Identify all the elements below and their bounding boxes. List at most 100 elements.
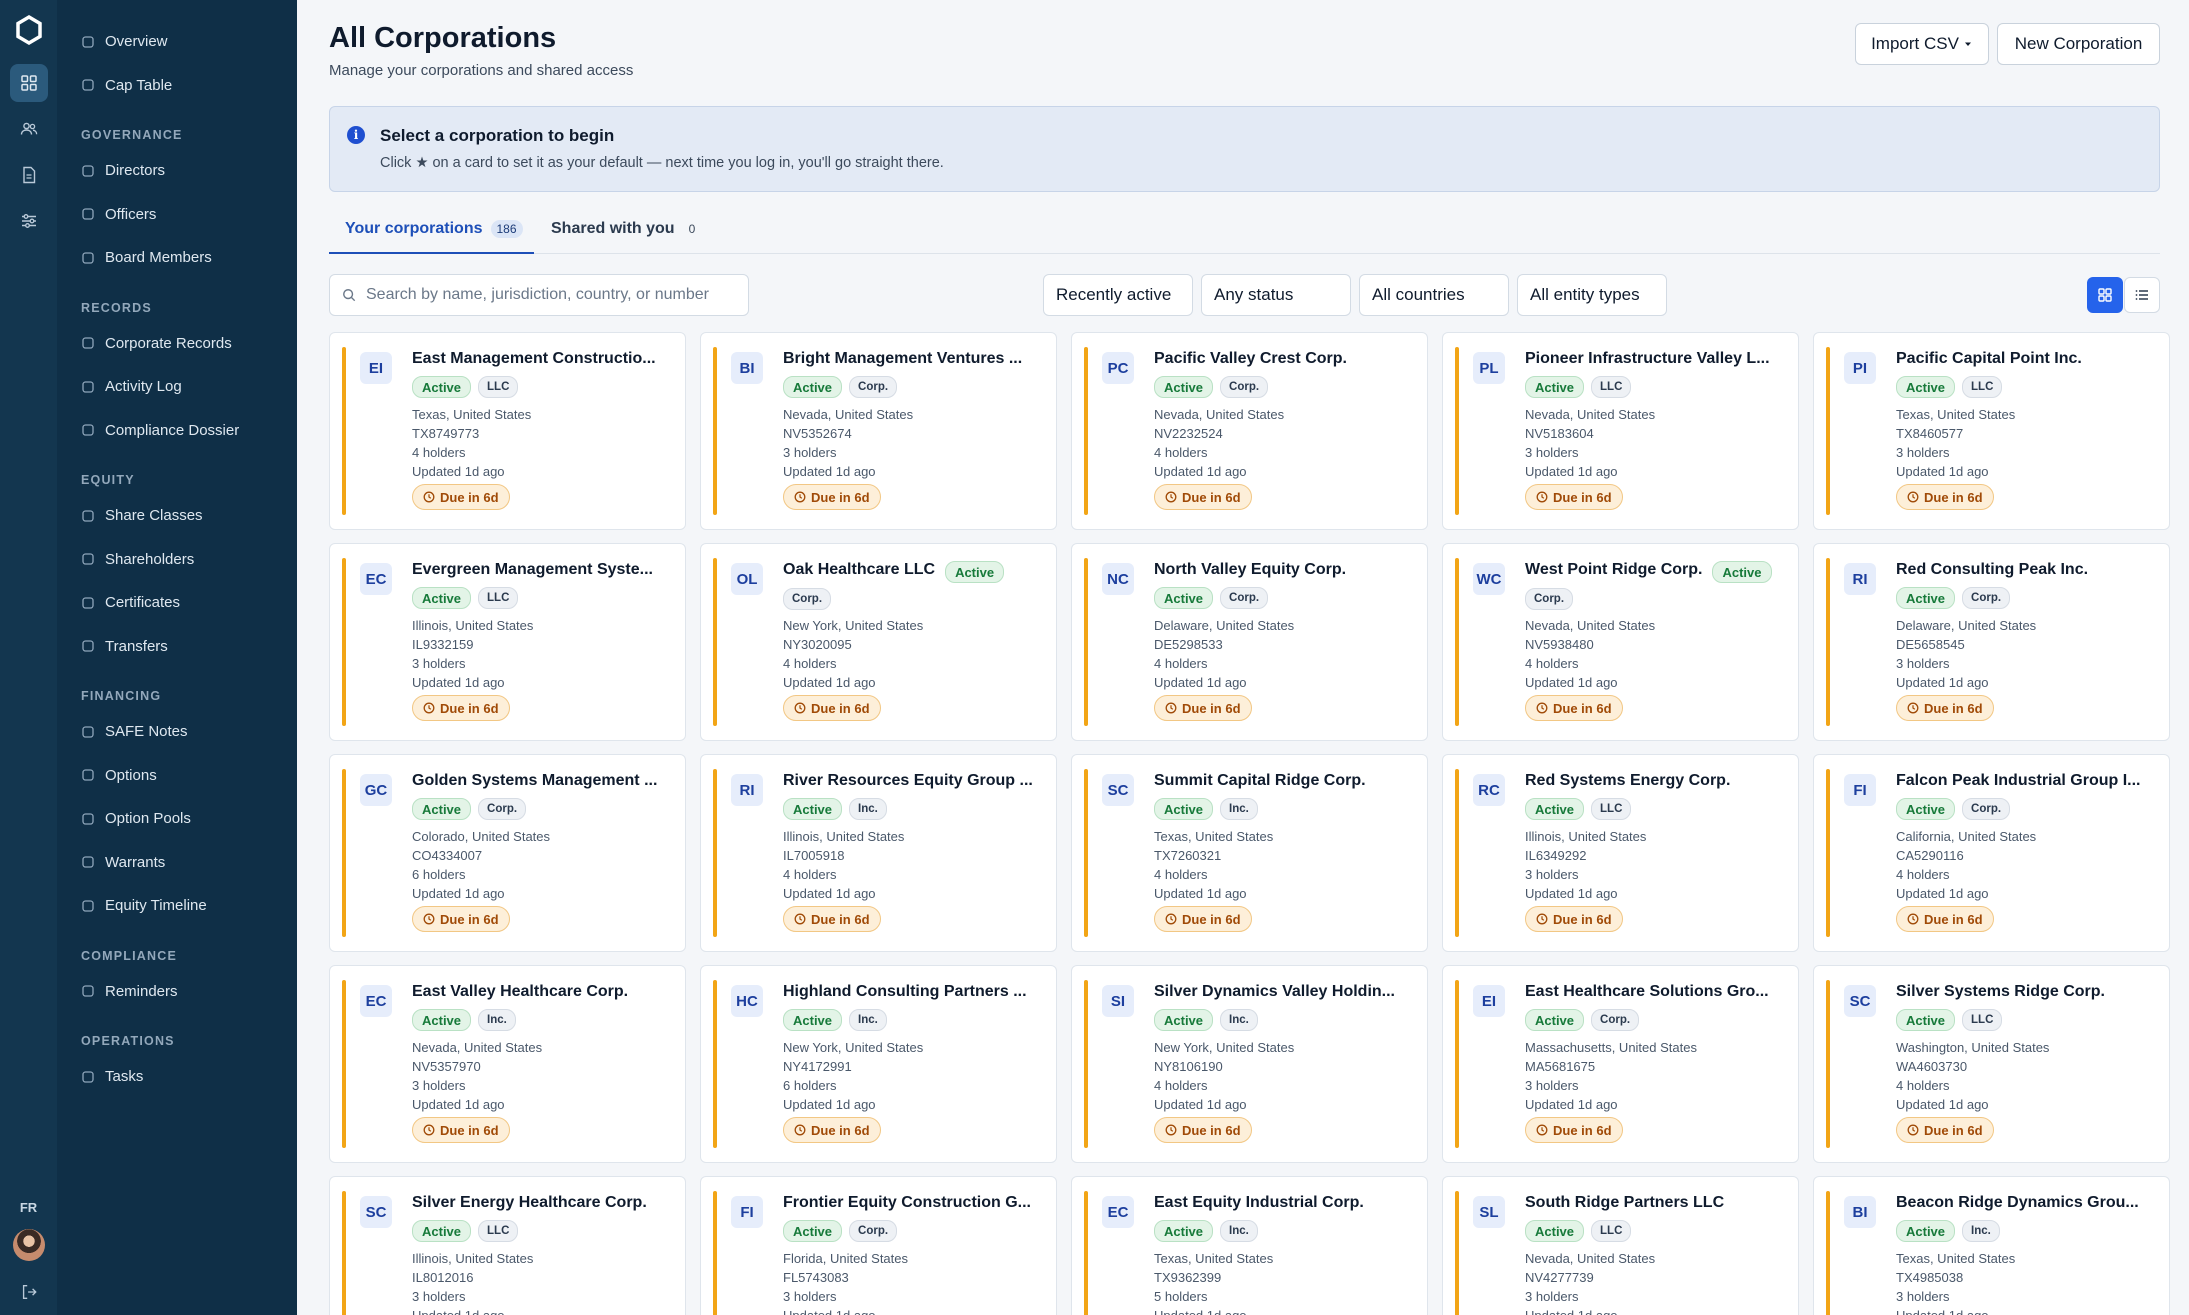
entity-type-badge: Inc.: [1220, 1009, 1258, 1031]
corporation-card[interactable]: EC East Equity Industrial Corp. Active Inc.…: [1071, 1176, 1428, 1315]
logout-icon[interactable]: [20, 1283, 38, 1301]
entity-type-badge: Corp.: [1962, 798, 2011, 820]
due-label: Due in 6d: [1924, 700, 1983, 716]
corporation-card[interactable]: BI Beacon Ridge Dynamics Grou... Active Inc…: [1813, 1176, 2170, 1315]
due-label: Due in 6d: [1182, 700, 1241, 716]
corporation-card[interactable]: SC Silver Systems Ridge Corp. Active LLC Was…: [1813, 965, 2170, 1163]
corporation-card[interactable]: WC West Point Ridge Corp. Active Corp. Nevad…: [1442, 543, 1799, 741]
corporation-card[interactable]: SI Silver Dynamics Valley Holdin... Active…: [1071, 965, 1428, 1163]
due-badge: Due in 6d: [1154, 484, 1252, 510]
holders-count: 3 holders: [412, 1078, 466, 1093]
app-logo-icon[interactable]: [13, 14, 45, 46]
corporation-card[interactable]: EC Evergreen Management Syste... Active LLC…: [329, 543, 686, 741]
language-switcher[interactable]: FR: [20, 1200, 37, 1215]
clock-icon: [423, 702, 435, 714]
country-filter-select[interactable]: All countries: [1359, 274, 1509, 316]
clock-icon: [1165, 913, 1177, 925]
corporation-card[interactable]: BI Bright Management Ventures ... Active Co…: [700, 332, 1057, 530]
corporation-card[interactable]: RI River Resources Equity Group ... Active…: [700, 754, 1057, 952]
search-input[interactable]: [366, 286, 726, 304]
due-stripe: [1455, 347, 1459, 515]
nav-section-heading: GOVERNANCE: [81, 128, 183, 142]
rail-settings-button[interactable]: [10, 202, 48, 240]
sidebar-item-certificates[interactable]: Certificates: [57, 581, 297, 625]
rail-people-button[interactable]: [10, 110, 48, 148]
nav-section-heading: OPERATIONS: [81, 1034, 175, 1048]
corporation-name: Bright Management Ventures ...: [783, 350, 1023, 367]
corporation-card[interactable]: GC Golden Systems Management ... Active Cor…: [329, 754, 686, 952]
sidebar-item-board-members[interactable]: Board Members: [57, 236, 297, 280]
corporation-card[interactable]: RI Red Consulting Peak Inc. Active Corp. Del…: [1813, 543, 2170, 741]
import-csv-button[interactable]: Import CSV: [1855, 23, 1989, 65]
registration-number: NY3020095: [783, 637, 852, 652]
user-avatar[interactable]: [12, 1229, 45, 1261]
entity-type-filter-select[interactable]: All entity types: [1517, 274, 1667, 316]
sidebar-item-cap-table[interactable]: Cap Table: [57, 64, 297, 108]
sidebar-item-equity-timeline[interactable]: Equity Timeline: [57, 884, 297, 928]
sidebar-item-transfers[interactable]: Transfers: [57, 625, 297, 669]
corporation-card[interactable]: EI East Management Constructio... Active LL…: [329, 332, 686, 530]
banner-title: Select a corporation to begin: [380, 126, 615, 145]
bell-icon: [82, 985, 94, 997]
entity-type-badge: Corp.: [849, 376, 898, 398]
sidebar-item-warrants[interactable]: Warrants: [57, 841, 297, 885]
corporation-card[interactable]: FI Falcon Peak Industrial Group I... Activ…: [1813, 754, 2170, 952]
sidebar-item-compliance-dossier[interactable]: Compliance Dossier: [57, 409, 297, 453]
card-badges: Active LLC: [412, 1220, 519, 1242]
sidebar-item-officers[interactable]: Officers: [57, 193, 297, 237]
due-badge: Due in 6d: [412, 1117, 510, 1143]
sidebar-item-option-pools[interactable]: Option Pools: [57, 797, 297, 841]
due-badge: Due in 6d: [783, 1117, 881, 1143]
corporation-card[interactable]: SC Silver Energy Healthcare Corp. Active LL…: [329, 1176, 686, 1315]
updated-timestamp: Updated 1d ago: [412, 886, 505, 901]
sidebar-item-overview[interactable]: Overview: [57, 20, 297, 64]
status-badge: Active: [1896, 1220, 1956, 1242]
search-box: [329, 274, 749, 316]
grid-view-button[interactable]: [2087, 277, 2123, 313]
status-filter-select[interactable]: Any status: [1201, 274, 1351, 316]
corporation-card[interactable]: RC Red Systems Energy Corp. Active LLC Illin…: [1442, 754, 1799, 952]
corporation-card[interactable]: FI Frontier Equity Construction G... Activ…: [700, 1176, 1057, 1315]
rail-documents-button[interactable]: [10, 156, 48, 194]
sidebar-item-activity-log[interactable]: Activity Log: [57, 365, 297, 409]
clock-icon: [1907, 913, 1919, 925]
entity-type-badge: Corp.: [1220, 376, 1269, 398]
sidebar-item-corporate-records[interactable]: Corporate Records: [57, 322, 297, 366]
due-label: Due in 6d: [1553, 700, 1612, 716]
rail-dashboard-button[interactable]: [9, 64, 48, 102]
clock-icon: [1907, 1124, 1919, 1136]
list-view-button[interactable]: [2124, 277, 2160, 313]
corporation-card[interactable]: SL South Ridge Partners LLC Active LLC Nevad…: [1442, 1176, 1799, 1315]
registration-number: IL6349292: [1525, 848, 1587, 863]
sidebar-item-reminders[interactable]: Reminders: [57, 970, 297, 1014]
sidebar-item-options[interactable]: Options: [57, 754, 297, 798]
corporation-initials-avatar: OL: [731, 563, 763, 595]
tab-your-corporations[interactable]: Your corporations 186: [329, 212, 534, 254]
corporation-card[interactable]: EI East Healthcare Solutions Gro... Active…: [1442, 965, 1799, 1163]
updated-timestamp: Updated 1d ago: [1525, 1097, 1618, 1112]
corporation-initials-avatar: RC: [1473, 774, 1505, 806]
corporation-card[interactable]: EC East Valley Healthcare Corp. Active Inc.…: [329, 965, 686, 1163]
entity-type-badge: LLC: [1962, 1009, 2003, 1031]
corporation-card[interactable]: NC North Valley Equity Corp. Active Corp. De…: [1071, 543, 1428, 741]
corporation-card[interactable]: SC Summit Capital Ridge Corp. Active Inc. Te…: [1071, 754, 1428, 952]
corporation-card[interactable]: PC Pacific Valley Crest Corp. Active Corp. N…: [1071, 332, 1428, 530]
corporation-card[interactable]: HC Highland Consulting Partners ... Active…: [700, 965, 1057, 1163]
sidebar-item-shareholders[interactable]: Shareholders: [57, 538, 297, 582]
clock-icon: [794, 702, 806, 714]
holders-count: 4 holders: [1154, 656, 1208, 671]
sidebar-item-tasks[interactable]: Tasks: [57, 1055, 297, 1099]
sidebar-item-share-classes[interactable]: Share Classes: [57, 494, 297, 538]
sidebar-item-directors[interactable]: Directors: [57, 149, 297, 193]
sidebar-item-label: Board Members: [105, 249, 212, 267]
due-label: Due in 6d: [1553, 489, 1612, 505]
tab-shared-with-you[interactable]: Shared with you 0: [551, 212, 701, 254]
registration-number: NY8106190: [1154, 1059, 1223, 1074]
due-badge: Due in 6d: [1896, 484, 1994, 510]
corporation-card[interactable]: PL Pioneer Infrastructure Valley L... Acti…: [1442, 332, 1799, 530]
sidebar-item-safe-notes[interactable]: SAFE Notes: [57, 710, 297, 754]
new-corporation-button[interactable]: New Corporation: [1997, 23, 2160, 65]
corporation-card[interactable]: OL Oak Healthcare LLC Active Corp. New York,…: [700, 543, 1057, 741]
corporation-card[interactable]: PI Pacific Capital Point Inc. Active LLC Tex…: [1813, 332, 2170, 530]
sort-recently-active-select[interactable]: Recently active: [1043, 274, 1193, 316]
